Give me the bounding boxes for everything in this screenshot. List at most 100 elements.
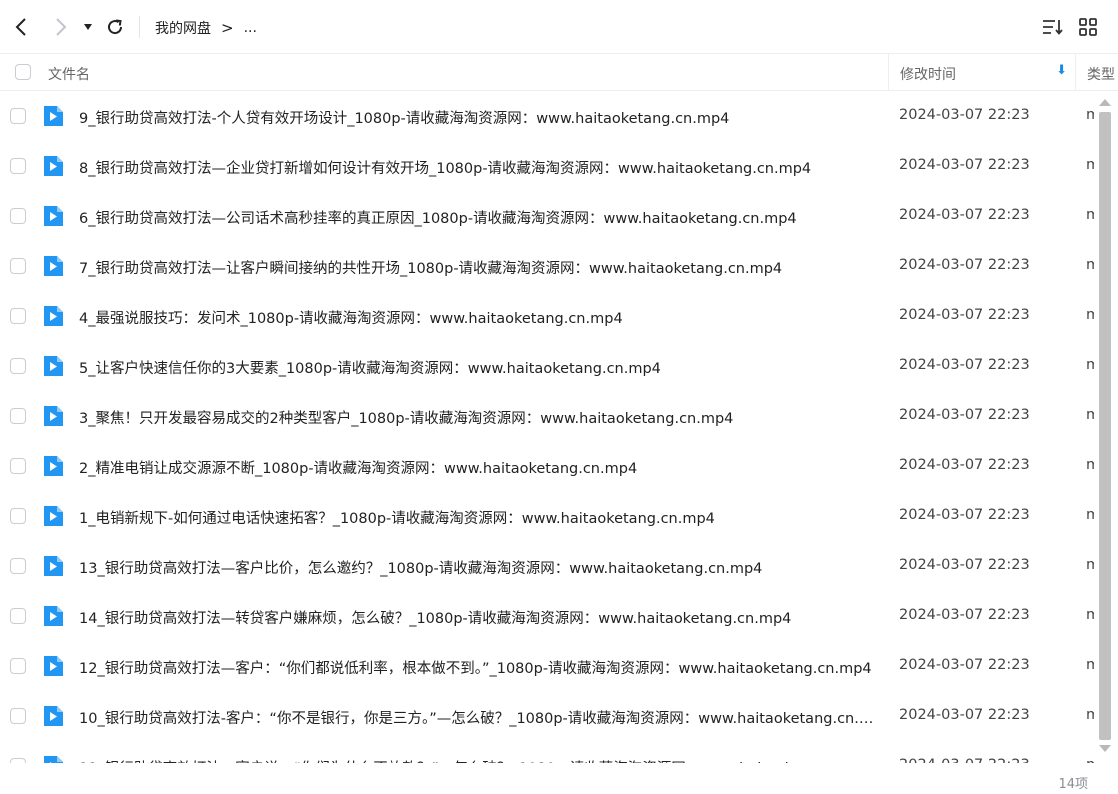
file-name[interactable]: 14_银行助贷高效打法—转贷客户嫌麻烦，怎么破？_1080p-请收藏海淘资源网：… [79, 607, 877, 628]
file-list: 9_银行助贷高效打法-个人贷有效开场设计_1080p-请收藏海淘资源网：www.… [0, 91, 1096, 763]
video-file-icon [44, 106, 63, 126]
file-name[interactable]: 5_让客户快速信任你的3大要素_1080p-请收藏海淘资源网：www.haita… [79, 357, 877, 378]
status-bar: 14项 [0, 763, 1118, 794]
header-type-column[interactable]: 类型 [1087, 64, 1115, 84]
list-header: 文件名 修改时间 ⬇ 类型 [0, 54, 1118, 91]
sort-down-arrow-icon: ⬇ [1056, 63, 1067, 78]
file-row[interactable]: 13_银行助贷高效打法—客户比价，怎么邀约？_1080p-请收藏海淘资源网：ww… [0, 541, 1096, 591]
file-type: mp4 [1086, 307, 1094, 323]
file-type: mp4 [1086, 107, 1094, 123]
row-checkbox[interactable] [10, 358, 26, 374]
file-type: mp4 [1086, 207, 1094, 223]
file-name[interactable]: 9_银行助贷高效打法-个人贷有效开场设计_1080p-请收藏海淘资源网：www.… [79, 107, 877, 128]
file-modified-time: 2024-03-07 22:23 [899, 257, 1030, 273]
breadcrumb-root[interactable]: 我的网盘 [155, 18, 211, 38]
file-row[interactable]: 12_银行助贷高效打法—客户：“你们都说低利率，根本做不到。”_1080p-请收… [0, 641, 1096, 691]
grid-view-icon [1079, 18, 1097, 36]
video-file-icon [44, 306, 63, 326]
file-type: mp4 [1086, 507, 1094, 523]
row-checkbox[interactable] [10, 108, 26, 124]
scroll-up-arrow-icon[interactable] [1098, 97, 1112, 107]
file-type: mp4 [1086, 157, 1094, 173]
file-modified-time: 2024-03-07 22:23 [899, 657, 1030, 673]
file-modified-time: 2024-03-07 22:23 [899, 107, 1030, 123]
toolbar: 我的网盘 > ... [0, 0, 1118, 54]
file-modified-time: 2024-03-07 22:23 [899, 707, 1030, 723]
caret-down-icon [84, 24, 92, 30]
scroll-down-arrow-icon[interactable] [1098, 744, 1112, 754]
file-modified-time: 2024-03-07 22:23 [899, 157, 1030, 173]
row-checkbox[interactable] [10, 158, 26, 174]
file-name[interactable]: 1_电销新规下-如何通过电话快速拓客？_1080p-请收藏海淘资源网：www.h… [79, 507, 877, 528]
row-checkbox[interactable] [10, 558, 26, 574]
refresh-icon [108, 19, 123, 35]
forward-button[interactable] [50, 14, 72, 40]
refresh-button[interactable] [104, 14, 126, 40]
file-row[interactable]: 11_银行助贷高效打法—客户说：“你们为什么不放款？”—怎么破？_1080p-请… [0, 741, 1096, 763]
grid-view-button[interactable] [1076, 14, 1100, 40]
file-row[interactable]: 9_银行助贷高效打法-个人贷有效开场设计_1080p-请收藏海淘资源网：www.… [0, 91, 1096, 141]
file-modified-time: 2024-03-07 22:23 [899, 607, 1030, 623]
file-name[interactable]: 8_银行助贷高效打法—企业贷打新增如何设计有效开场_1080p-请收藏海淘资源网… [79, 157, 877, 178]
file-row[interactable]: 8_银行助贷高效打法—企业贷打新增如何设计有效开场_1080p-请收藏海淘资源网… [0, 141, 1096, 191]
sort-list-icon [1043, 20, 1063, 35]
file-name[interactable]: 3_聚焦！只开发最容易成交的2种类型客户_1080p-请收藏海淘资源网：www.… [79, 407, 877, 428]
back-button[interactable] [10, 14, 32, 40]
row-checkbox[interactable] [10, 608, 26, 624]
video-file-icon [44, 156, 63, 176]
video-file-icon [44, 606, 63, 626]
video-file-icon [44, 356, 63, 376]
file-row[interactable]: 10_银行助贷高效打法-客户：“你不是银行，你是三方。”—怎么破？_1080p-… [0, 691, 1096, 741]
row-checkbox[interactable] [10, 708, 26, 724]
toolbar-divider [139, 16, 140, 38]
file-modified-time: 2024-03-07 22:23 [899, 457, 1030, 473]
file-row[interactable]: 4_最强说服技巧：发问术_1080p-请收藏海淘资源网：www.haitaoke… [0, 291, 1096, 341]
file-modified-time: 2024-03-07 22:23 [899, 307, 1030, 323]
header-time-column[interactable]: 修改时间 ⬇ [888, 54, 1076, 90]
file-row[interactable]: 3_聚焦！只开发最容易成交的2种类型客户_1080p-请收藏海淘资源网：www.… [0, 391, 1096, 441]
video-file-icon [44, 756, 63, 763]
breadcrumb: 我的网盘 > ... [155, 18, 257, 38]
row-checkbox[interactable] [10, 208, 26, 224]
file-name[interactable]: 12_银行助贷高效打法—客户：“你们都说低利率，根本做不到。”_1080p-请收… [79, 657, 877, 678]
video-file-icon [44, 206, 63, 226]
row-checkbox[interactable] [10, 658, 26, 674]
file-modified-time: 2024-03-07 22:23 [899, 207, 1030, 223]
video-file-icon [44, 556, 63, 576]
row-checkbox[interactable] [10, 458, 26, 474]
file-type: mp4 [1086, 607, 1094, 623]
file-name[interactable]: 2_精准电销让成交源源不断_1080p-请收藏海淘资源网：www.haitaok… [79, 457, 877, 478]
video-file-icon [44, 256, 63, 276]
history-dropdown-button[interactable] [80, 14, 96, 40]
file-modified-time: 2024-03-07 22:23 [899, 407, 1030, 423]
file-type: mp4 [1086, 457, 1094, 473]
scrollbar-thumb[interactable] [1099, 112, 1111, 740]
row-checkbox[interactable] [10, 408, 26, 424]
file-name[interactable]: 6_银行助贷高效打法—公司话术高秒挂率的真正原因_1080p-请收藏海淘资源网：… [79, 207, 877, 228]
file-type: mp4 [1086, 257, 1094, 273]
file-row[interactable]: 1_电销新规下-如何通过电话快速拓客？_1080p-请收藏海淘资源网：www.h… [0, 491, 1096, 541]
file-type: mp4 [1086, 657, 1094, 673]
header-name-column[interactable]: 文件名 [48, 64, 90, 84]
file-modified-time: 2024-03-07 22:23 [899, 507, 1030, 523]
row-checkbox[interactable] [10, 308, 26, 324]
file-row[interactable]: 6_银行助贷高效打法—公司话术高秒挂率的真正原因_1080p-请收藏海淘资源网：… [0, 191, 1096, 241]
row-checkbox[interactable] [10, 508, 26, 524]
file-name[interactable]: 7_银行助贷高效打法—让客户瞬间接纳的共性开场_1080p-请收藏海淘资源网：w… [79, 257, 877, 278]
file-row[interactable]: 14_银行助贷高效打法—转贷客户嫌麻烦，怎么破？_1080p-请收藏海淘资源网：… [0, 591, 1096, 641]
file-name[interactable]: 10_银行助贷高效打法-客户：“你不是银行，你是三方。”—怎么破？_1080p-… [79, 707, 877, 728]
video-file-icon [44, 656, 63, 676]
header-time-label: 修改时间 [900, 67, 956, 83]
sort-button[interactable] [1040, 14, 1064, 40]
video-file-icon [44, 506, 63, 526]
file-type: mp4 [1086, 557, 1094, 573]
file-row[interactable]: 5_让客户快速信任你的3大要素_1080p-请收藏海淘资源网：www.haita… [0, 341, 1096, 391]
chevron-left-icon [15, 18, 26, 36]
row-checkbox[interactable] [10, 258, 26, 274]
file-row[interactable]: 2_精准电销让成交源源不断_1080p-请收藏海淘资源网：www.haitaok… [0, 441, 1096, 491]
file-row[interactable]: 7_银行助贷高效打法—让客户瞬间接纳的共性开场_1080p-请收藏海淘资源网：w… [0, 241, 1096, 291]
file-name[interactable]: 4_最强说服技巧：发问术_1080p-请收藏海淘资源网：www.haitaoke… [79, 307, 877, 328]
file-name[interactable]: 13_银行助贷高效打法—客户比价，怎么邀约？_1080p-请收藏海淘资源网：ww… [79, 557, 877, 578]
breadcrumb-more[interactable]: ... [244, 20, 257, 36]
select-all-checkbox[interactable] [15, 64, 31, 80]
